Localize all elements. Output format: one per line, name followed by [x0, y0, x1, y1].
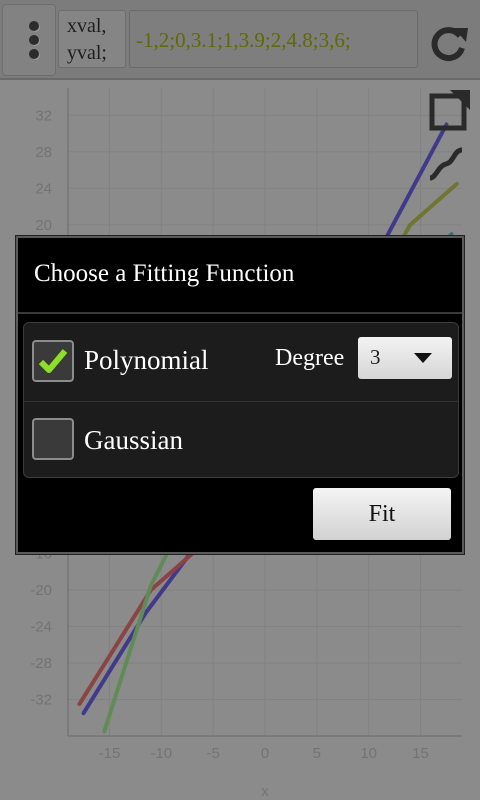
overflow-menu-icon[interactable] — [2, 4, 56, 76]
xy-format-label: xval, yval; — [58, 10, 126, 68]
degree-value: 3 — [370, 345, 381, 369]
gaussian-checkbox[interactable] — [32, 418, 74, 460]
polynomial-label: Polynomial — [84, 345, 209, 375]
label-line-2: yval; — [67, 42, 107, 64]
fit-button[interactable]: Fit — [313, 488, 451, 540]
dialog-divider — [18, 312, 462, 314]
gaussian-label: Gaussian — [84, 425, 183, 455]
menu-dot — [29, 35, 39, 45]
options-panel: Polynomial Degree 3 Gaussian — [23, 322, 459, 478]
option-row-polynomial[interactable]: Polynomial Degree 3 — [24, 323, 458, 402]
refresh-icon[interactable] — [426, 22, 470, 62]
degree-select[interactable]: 3 — [358, 337, 452, 379]
dialog-title: Choose a Fitting Function — [34, 260, 295, 287]
chevron-down-icon — [414, 353, 432, 363]
menu-dot — [29, 21, 39, 31]
label-line-1: xval, — [67, 15, 107, 37]
toolbar: xval, yval; -1,2;0,3.1;1,3.9;2,4.8;3,6; — [0, 0, 480, 80]
option-row-gaussian[interactable]: Gaussian — [24, 401, 458, 479]
fitting-function-dialog: Choose a Fitting Function Polynomial Deg… — [16, 236, 464, 554]
degree-label: Degree — [275, 345, 345, 371]
polynomial-checkbox[interactable] — [32, 340, 74, 382]
checkmark-icon — [38, 349, 68, 373]
data-input[interactable]: -1,2;0,3.1;1,3.9;2,4.8;3,6; — [129, 10, 418, 68]
menu-dot — [29, 49, 39, 59]
